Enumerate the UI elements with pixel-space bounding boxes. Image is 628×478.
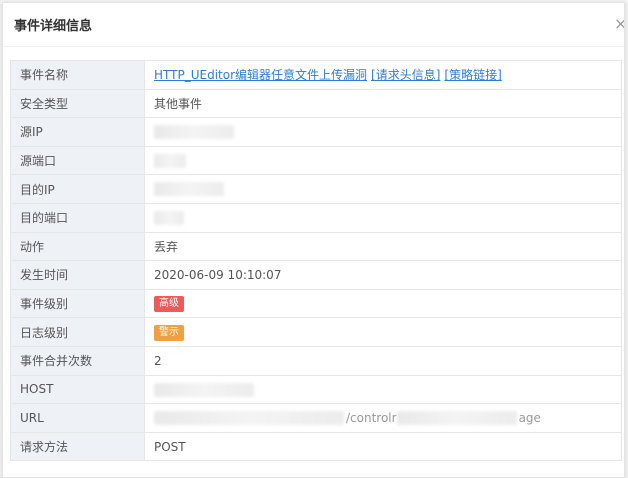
action-label: 动作 <box>10 231 145 262</box>
src-port-label: 源端口 <box>10 145 145 176</box>
log-level-label: 日志级别 <box>10 317 145 347</box>
dst-ip-label: 目的IP <box>10 174 145 204</box>
table-row: URL /controlr age <box>10 403 622 433</box>
action-value: 丢弃 <box>144 231 622 262</box>
method-label: 请求方法 <box>10 431 145 462</box>
url-visible-tail: age <box>518 411 541 426</box>
log-level-badge: 警示 <box>154 324 184 341</box>
host-value <box>144 374 622 405</box>
redacted-url-middle <box>396 411 517 426</box>
event-name-label: 事件名称 <box>10 60 145 90</box>
table-row: 发生时间 2020-06-09 10:10:07 <box>10 260 622 290</box>
close-icon[interactable]: × <box>614 16 624 32</box>
host-label: HOST <box>10 374 145 405</box>
table-row: HOST <box>10 374 622 405</box>
merge-count-label: 事件合并次数 <box>10 345 145 376</box>
event-name-link[interactable]: HTTP_UEditor编辑器任意文件上传漏洞 <box>154 68 367 82</box>
dst-port-value <box>144 202 622 233</box>
table-row: 源IP <box>10 117 622 147</box>
method-value: POST <box>144 431 622 462</box>
dst-port-label: 目的端口 <box>10 202 145 233</box>
table-row: 事件合并次数 2 <box>10 345 622 376</box>
url-value: /controlr age <box>144 403 622 433</box>
table-row: 目的端口 <box>10 202 622 233</box>
redacted-dst-ip <box>154 182 224 197</box>
merge-count-value: 2 <box>144 345 622 376</box>
time-value: 2020-06-09 10:10:07 <box>144 260 622 290</box>
event-name-value: HTTP_UEditor编辑器任意文件上传漏洞 [请求头信息] [策略链接] <box>144 60 622 90</box>
redacted-src-port <box>154 153 186 168</box>
security-type-value: 其他事件 <box>144 88 622 119</box>
src-ip-value <box>144 117 622 147</box>
time-label: 发生时间 <box>10 260 145 290</box>
redacted-host <box>154 382 254 397</box>
security-type-label: 安全类型 <box>10 88 145 119</box>
url-label: URL <box>10 403 145 433</box>
dialog-title: 事件详细信息 <box>14 19 93 34</box>
table-row: 事件级别 高级 <box>10 288 622 319</box>
event-detail-dialog: 事件详细信息 × 事件名称 HTTP_UEditor编辑器任意文件上传漏洞 [请求… <box>2 2 625 478</box>
request-header-link[interactable]: [请求头信息] <box>371 68 440 82</box>
dialog-header: 事件详细信息 × <box>3 3 624 47</box>
table-row: 请求方法 POST <box>10 431 622 462</box>
dst-ip-value <box>144 174 622 204</box>
event-level-label: 事件级别 <box>10 288 145 319</box>
policy-link[interactable]: [策略链接] <box>444 68 501 82</box>
log-level-value: 警示 <box>144 317 622 347</box>
table-row: 安全类型 其他事件 <box>10 88 622 119</box>
table-row: 日志级别 警示 <box>10 317 622 347</box>
event-level-badge: 高级 <box>154 296 184 313</box>
event-level-value: 高级 <box>144 288 622 319</box>
src-port-value <box>144 145 622 176</box>
redacted-dst-port <box>154 211 184 226</box>
table-row: 目的IP <box>10 174 622 204</box>
redacted-url-start <box>154 411 344 426</box>
detail-table: 事件名称 HTTP_UEditor编辑器任意文件上传漏洞 [请求头信息] [策略链接… <box>10 60 622 462</box>
url-visible-mid: /controlr <box>346 411 397 426</box>
table-row: 动作 丢弃 <box>10 231 622 262</box>
table-row: 事件名称 HTTP_UEditor编辑器任意文件上传漏洞 [请求头信息] [策略链接… <box>10 60 622 90</box>
redacted-src-ip <box>154 125 234 140</box>
table-row: 源端口 <box>10 145 622 176</box>
src-ip-label: 源IP <box>10 117 145 147</box>
